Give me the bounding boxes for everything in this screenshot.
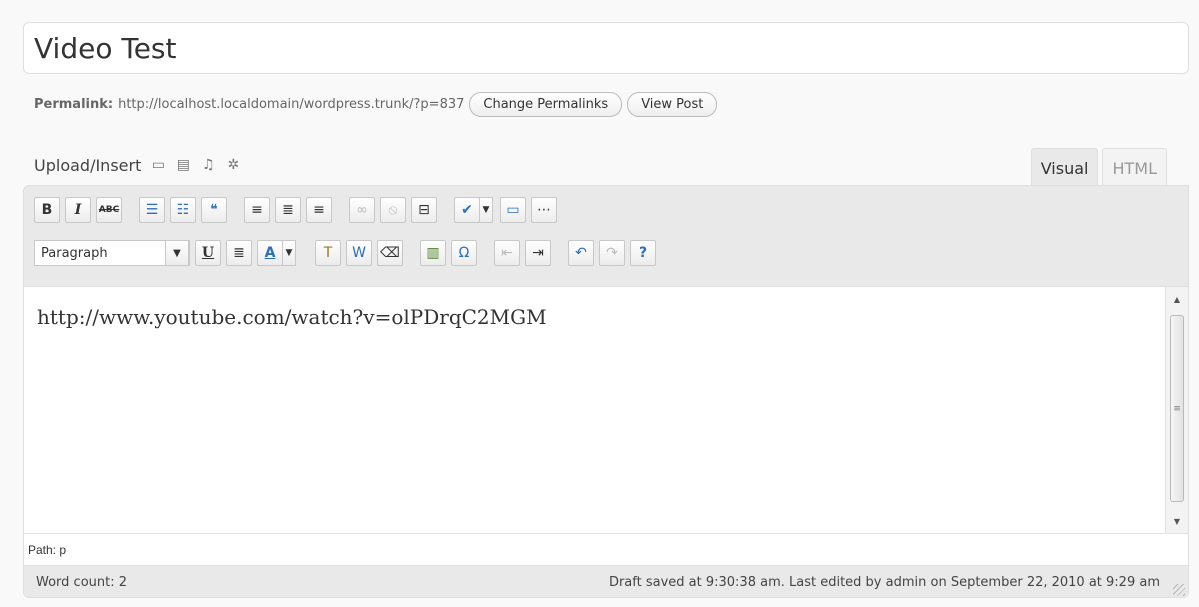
blockquote-icon: ❝ — [210, 202, 218, 218]
chevron-down-icon: ▼ — [285, 248, 293, 258]
redo-button[interactable]: ↷ — [599, 240, 625, 266]
undo-icon: ↶ — [575, 245, 587, 261]
editor-content-area[interactable]: http://www.youtube.com/watch?v=olPDrqC2M… — [24, 286, 1167, 533]
bold-icon: B — [41, 202, 53, 218]
link-button[interactable]: ∞ — [349, 197, 375, 223]
draft-saved-status: Draft saved at 9:30:38 am. Last edited b… — [608, 575, 1160, 590]
text-color-dropdown[interactable]: ▼ — [282, 240, 296, 266]
spellcheck-icon: ✔ — [461, 202, 473, 218]
italic-icon: I — [74, 202, 82, 218]
unlink-button[interactable]: ⦸ — [380, 197, 406, 223]
paste-text-button[interactable]: T — [315, 240, 341, 266]
align-center-button[interactable]: ≣ — [275, 197, 301, 223]
format-select-value: Paragraph — [41, 245, 108, 261]
upload-insert-label: Upload/Insert — [34, 155, 142, 175]
outdent-icon: ⇤ — [501, 245, 513, 261]
tab-visual[interactable]: Visual — [1030, 148, 1099, 186]
resize-handle-icon[interactable] — [1173, 584, 1185, 596]
paste-word-button[interactable]: W — [346, 240, 372, 266]
insert-media-button[interactable]: ▥ — [420, 240, 446, 266]
scrollbar-thumb[interactable]: ≡ — [1170, 315, 1184, 502]
align-left-button[interactable]: ≡ — [244, 197, 270, 223]
text-color-icon: A — [264, 245, 276, 261]
scroll-up-icon[interactable]: ▲ — [1166, 291, 1188, 307]
bold-button[interactable]: B — [34, 197, 60, 223]
help-icon: ? — [638, 245, 648, 261]
justify-button[interactable]: ≣ — [226, 240, 252, 266]
editor-content-text[interactable]: http://www.youtube.com/watch?v=olPDrqC2M… — [37, 305, 547, 329]
kitchen-sink-button[interactable]: ⋯ — [531, 197, 557, 223]
indent-icon: ⇥ — [532, 245, 544, 261]
unordered-list-button[interactable]: ☰ — [139, 197, 165, 223]
more-tag-icon: ⊟ — [418, 202, 430, 218]
audio-icon[interactable]: ♫ — [200, 157, 216, 173]
more-tag-button[interactable]: ⊟ — [411, 197, 437, 223]
view-post-button[interactable]: View Post — [627, 91, 718, 117]
justify-icon: ≣ — [233, 245, 245, 261]
word-count: Word count: 2 — [36, 575, 128, 590]
change-permalinks-button[interactable]: Change Permalinks — [469, 91, 623, 117]
post-title-field[interactable]: Video Test — [23, 22, 1189, 74]
unordered-list-icon: ☰ — [145, 202, 159, 218]
image-icon[interactable]: ▭ — [150, 157, 166, 173]
chevron-down-icon: ▼ — [482, 205, 490, 215]
permalink-row: Permalink: http://localhost.localdomain/… — [34, 89, 718, 119]
strikethrough-icon: ABC — [98, 205, 120, 215]
text-color-button[interactable]: A — [257, 240, 283, 266]
permalink-label: Permalink: — [34, 96, 114, 112]
upload-insert-bar: Upload/Insert ▭ ▤ ♫ ✲ — [34, 152, 241, 178]
film-icon: ▥ — [426, 245, 440, 261]
strikethrough-button[interactable]: ABC — [96, 197, 122, 223]
align-left-icon: ≡ — [251, 202, 263, 218]
editor-status-bar: Word count: 2 Draft saved at 9:30:38 am.… — [24, 565, 1188, 597]
editor-scrollbar[interactable]: ▲ ≡ ▼ — [1165, 286, 1188, 533]
spellcheck-button[interactable]: ✔ — [454, 197, 480, 223]
indent-button[interactable]: ⇥ — [525, 240, 551, 266]
post-editor: B I ABC ☰ ☷ ❝ ≡ ≣ ≡ ∞ ⦸ ⊟ ✔ ▼ ▭ ⋯ Paragr… — [23, 185, 1189, 598]
spellcheck-dropdown[interactable]: ▼ — [479, 197, 493, 223]
blockquote-button[interactable]: ❝ — [201, 197, 227, 223]
post-title[interactable]: Video Test — [34, 32, 177, 65]
editor-path: Path: p — [24, 533, 1188, 565]
help-button[interactable]: ? — [630, 240, 656, 266]
redo-icon: ↷ — [606, 245, 618, 261]
kitchen-sink-icon: ⋯ — [537, 202, 551, 218]
paste-text-icon: T — [323, 245, 333, 261]
unlink-icon: ⦸ — [388, 202, 398, 218]
eraser-icon: ⌫ — [380, 245, 400, 261]
link-icon: ∞ — [356, 202, 368, 218]
undo-button[interactable]: ↶ — [568, 240, 594, 266]
scroll-down-icon[interactable]: ▼ — [1166, 513, 1188, 529]
align-right-button[interactable]: ≡ — [306, 197, 332, 223]
editor-tabs: Visual HTML — [1027, 148, 1167, 186]
special-char-button[interactable]: Ω — [451, 240, 477, 266]
underline-icon: U — [201, 245, 215, 261]
media-icon[interactable]: ✲ — [225, 157, 241, 173]
italic-button[interactable]: I — [65, 197, 91, 223]
fullscreen-icon: ▭ — [506, 202, 520, 218]
remove-format-button[interactable]: ⌫ — [377, 240, 403, 266]
format-select[interactable]: Paragraph ▼ — [34, 240, 190, 266]
underline-button[interactable]: U — [195, 240, 221, 266]
permalink-url[interactable]: http://localhost.localdomain/wordpress.t… — [118, 97, 464, 112]
toolbar-row-2: Paragraph ▼ U ≣ A ▼ T W ⌫ ▥ Ω ⇤ ⇥ ↶ ↷ ? — [34, 240, 661, 266]
toolbar-row-1: B I ABC ☰ ☷ ❝ ≡ ≣ ≡ ∞ ⦸ ⊟ ✔ ▼ ▭ ⋯ — [34, 197, 562, 223]
paste-word-icon: W — [352, 245, 366, 261]
align-right-icon: ≡ — [313, 202, 325, 218]
video-icon[interactable]: ▤ — [175, 157, 191, 173]
chevron-down-icon[interactable]: ▼ — [165, 240, 189, 266]
ordered-list-icon: ☷ — [176, 202, 190, 218]
outdent-button[interactable]: ⇤ — [494, 240, 520, 266]
editor-toolbar: B I ABC ☰ ☷ ❝ ≡ ≣ ≡ ∞ ⦸ ⊟ ✔ ▼ ▭ ⋯ Paragr… — [24, 186, 1188, 286]
fullscreen-button[interactable]: ▭ — [500, 197, 526, 223]
tab-html[interactable]: HTML — [1102, 148, 1167, 186]
align-center-icon: ≣ — [282, 202, 294, 218]
omega-icon: Ω — [458, 245, 470, 261]
ordered-list-button[interactable]: ☷ — [170, 197, 196, 223]
